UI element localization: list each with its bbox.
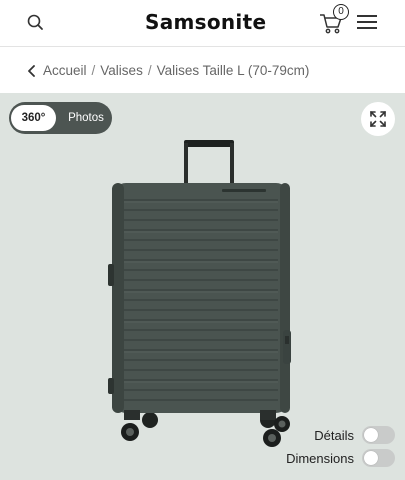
search-icon[interactable] <box>26 13 46 33</box>
dimensions-toggle-row: Dimensions <box>286 448 395 468</box>
breadcrumb: Accueil / Valises / Valises Taille L (70… <box>0 48 405 93</box>
cart-count-badge[interactable]: 0 <box>333 4 349 20</box>
suitcase-image <box>108 140 291 447</box>
site-header: Samsonite 0 <box>0 0 405 47</box>
breadcrumb-item-valises-taille-l[interactable]: Valises Taille L (70-79cm) <box>157 63 310 78</box>
breadcrumb-separator: / <box>91 63 96 78</box>
hamburger-menu-icon[interactable] <box>357 15 377 31</box>
expand-icon[interactable] <box>361 102 395 136</box>
chevron-left-icon[interactable] <box>27 64 37 77</box>
breadcrumb-item-accueil[interactable]: Accueil <box>43 63 87 78</box>
details-toggle-label: Détails <box>314 427 354 443</box>
product-viewer[interactable]: 360° Photos Détails Dimensions <box>0 93 405 480</box>
dimensions-toggle[interactable] <box>362 449 395 467</box>
view-360-button[interactable]: 360° <box>11 105 56 131</box>
details-toggle[interactable] <box>362 426 395 444</box>
breadcrumb-separator: / <box>147 63 152 78</box>
view-mode-toggle: 360° Photos <box>9 102 112 134</box>
samsonite-logo[interactable]: Samsonite <box>145 9 266 35</box>
view-photos-button[interactable]: Photos <box>61 102 111 134</box>
breadcrumb-item-valises[interactable]: Valises <box>100 63 143 78</box>
details-toggle-row: Détails <box>314 425 395 445</box>
dimensions-toggle-label: Dimensions <box>286 450 354 466</box>
logo-text: Samsonite <box>145 10 267 34</box>
